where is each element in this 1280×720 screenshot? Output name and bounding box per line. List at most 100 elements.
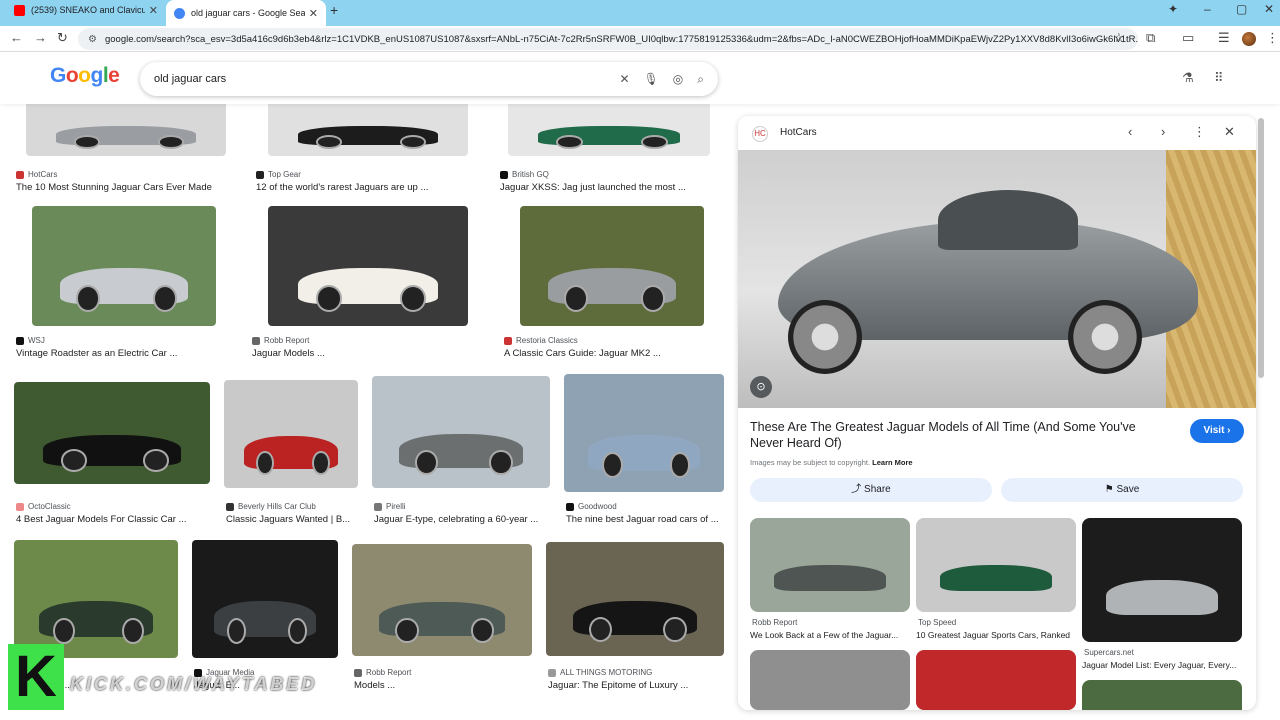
result-source[interactable]: HotCars xyxy=(16,170,57,179)
more-options-icon[interactable]: ⋮ xyxy=(1193,124,1206,140)
tab-google-search[interactable]: old jaguar cars - Google Search ✕ xyxy=(166,0,326,26)
related-source[interactable]: Supercars.net xyxy=(1084,648,1134,657)
result-thumbnail[interactable] xyxy=(268,104,468,156)
minimize-icon[interactable]: – xyxy=(1204,2,1211,16)
result-title[interactable]: Vintage Roadster as an Electric Car ... xyxy=(16,348,177,359)
result-source[interactable]: WSJ xyxy=(16,336,45,345)
new-tab-icon[interactable]: + xyxy=(330,2,338,18)
source-name: ALL THINGS MOTORING xyxy=(560,668,653,677)
result-thumbnail[interactable] xyxy=(192,540,338,658)
search-icon[interactable]: ⌕ xyxy=(697,72,704,87)
result-title[interactable]: 4 Best Jaguar Models For Classic Car ... xyxy=(16,514,187,525)
related-thumbnail[interactable] xyxy=(916,650,1076,710)
source-favicon-icon xyxy=(500,170,508,179)
related-title[interactable]: We Look Back at a Few of the Jaguar... xyxy=(750,630,898,640)
result-source[interactable]: Restoria Classics xyxy=(504,336,578,345)
gemini-icon[interactable]: ✦ xyxy=(1168,2,1178,16)
result-thumbnail[interactable] xyxy=(224,380,358,488)
result-thumbnail[interactable] xyxy=(14,382,210,484)
reading-list-icon[interactable]: ☰ xyxy=(1218,30,1230,46)
related-thumbnail[interactable] xyxy=(1082,680,1242,710)
result-title[interactable]: Models ... xyxy=(354,680,395,691)
result-title[interactable]: Classic Jaguars Wanted | B... xyxy=(226,514,350,525)
related-title[interactable]: 10 Greatest Jaguar Sports Cars, Ranked xyxy=(916,630,1070,640)
result-title[interactable]: The nine best Jaguar road cars of ... xyxy=(566,514,719,525)
visit-button[interactable]: Visit › xyxy=(1190,419,1244,443)
result-source[interactable]: Robb Report xyxy=(252,336,309,345)
result-thumbnail[interactable] xyxy=(508,104,710,156)
maximize-icon[interactable]: ▢ xyxy=(1236,2,1247,16)
labs-flask-icon[interactable]: ⚗ xyxy=(1182,70,1194,86)
reload-icon[interactable]: ↻ xyxy=(57,30,68,46)
result-thumbnail[interactable] xyxy=(14,540,178,658)
tab-sneako[interactable]: (2539) SNEAKO and Clavicular ✕ xyxy=(6,0,166,20)
related-source[interactable]: Top Speed xyxy=(918,618,956,627)
close-tab-icon[interactable]: ✕ xyxy=(149,4,158,17)
result-thumbnail[interactable] xyxy=(32,206,216,326)
related-source[interactable]: Robb Report xyxy=(752,618,797,627)
preview-image[interactable]: ⊙ xyxy=(738,150,1256,408)
address-bar[interactable]: ⚙ google.com/search?sca_esv=3d5a416c9d6b… xyxy=(78,28,1138,50)
search-box[interactable]: old jaguar cars ✕ 🎙 ◎ ⌕ xyxy=(140,62,718,96)
result-thumbnail[interactable] xyxy=(268,206,468,326)
result-source[interactable]: Beverly Hills Car Club xyxy=(226,502,316,511)
result-title[interactable]: Jaguar Models ... xyxy=(252,348,325,359)
result-thumbnail[interactable] xyxy=(546,542,724,656)
result-source[interactable]: OctoClassic xyxy=(16,502,71,511)
search-input[interactable]: old jaguar cars xyxy=(154,73,605,85)
result-thumbnail[interactable] xyxy=(564,374,724,492)
result-title[interactable]: Jaguar E-type, celebrating a 60-year ... xyxy=(374,514,538,525)
source-name: Pirelli xyxy=(386,502,406,511)
result-source[interactable]: Robb Report xyxy=(354,668,411,677)
microphone-icon[interactable]: 🎙 xyxy=(644,72,659,86)
result-source[interactable]: Top Gear xyxy=(256,170,301,179)
related-thumbnail[interactable] xyxy=(750,518,910,612)
learn-more-link[interactable]: Learn More xyxy=(872,458,912,467)
save-button[interactable]: ⚑ Save xyxy=(1001,478,1243,502)
extensions-icon[interactable]: ⧉ xyxy=(1146,30,1155,46)
close-panel-icon[interactable]: ✕ xyxy=(1224,124,1235,140)
forward-icon[interactable]: → xyxy=(34,30,47,45)
result-title[interactable]: Jaguar XKSS: Jag just launched the most … xyxy=(500,182,686,193)
clear-icon[interactable]: ✕ xyxy=(619,72,629,86)
lens-search-icon[interactable]: ⊙ xyxy=(750,376,772,398)
result-title[interactable]: A Classic Cars Guide: Jaguar MK2 ... xyxy=(504,348,661,359)
result-thumbnail[interactable] xyxy=(352,544,532,656)
related-title[interactable]: Jaguar Model List: Every Jaguar, Every..… xyxy=(1082,660,1236,670)
profile-avatar[interactable] xyxy=(1242,32,1256,46)
next-icon[interactable]: › xyxy=(1161,124,1165,139)
result-source[interactable]: British GQ xyxy=(500,170,549,179)
related-thumbnail[interactable] xyxy=(1082,518,1242,642)
result-thumbnail[interactable] xyxy=(520,206,704,326)
close-tab-icon[interactable]: ✕ xyxy=(309,7,318,20)
cast-icon[interactable]: ▭ xyxy=(1182,30,1194,46)
result-title[interactable]: 12 of the world's rarest Jaguars are up … xyxy=(256,182,428,193)
result-source[interactable]: ALL THINGS MOTORING xyxy=(548,668,652,677)
site-info-icon[interactable]: ⚙ xyxy=(88,34,97,45)
result-title[interactable]: Jaguar: The Epitome of Luxury ... xyxy=(548,680,688,691)
result-title[interactable]: The 10 Most Stunning Jaguar Cars Ever Ma… xyxy=(16,182,212,193)
result-thumbnail[interactable] xyxy=(26,104,226,156)
result-source[interactable]: Pirelli xyxy=(374,502,406,511)
related-thumbnail[interactable] xyxy=(916,518,1076,612)
panel-scrollbar[interactable] xyxy=(1258,118,1264,378)
lens-icon[interactable]: ◎ xyxy=(673,72,683,86)
previous-icon[interactable]: ‹ xyxy=(1128,124,1132,139)
close-window-icon[interactable]: ✕ xyxy=(1264,2,1274,16)
back-icon[interactable]: ← xyxy=(10,30,23,45)
google-logo[interactable]: Google xyxy=(50,64,120,88)
apps-grid-icon[interactable]: ⠿ xyxy=(1214,70,1224,86)
panel-title[interactable]: These Are The Greatest Jaguar Models of … xyxy=(750,419,1170,451)
bookmark-star-icon[interactable]: ☆ xyxy=(1113,30,1125,46)
related-thumbnail[interactable] xyxy=(750,650,910,710)
source-favicon-icon xyxy=(16,170,24,179)
source-name: British GQ xyxy=(512,170,549,179)
result-thumbnail[interactable] xyxy=(372,376,550,488)
share-button[interactable]: ⤴ Share xyxy=(750,478,992,502)
menu-dots-icon[interactable]: ⋮ xyxy=(1266,30,1279,46)
panel-source[interactable]: HotCars xyxy=(780,127,817,138)
wheel xyxy=(76,285,101,312)
result-source[interactable]: Goodwood xyxy=(566,502,617,511)
source-name: Robb Report xyxy=(366,668,412,677)
source-favicon-icon xyxy=(252,336,260,345)
